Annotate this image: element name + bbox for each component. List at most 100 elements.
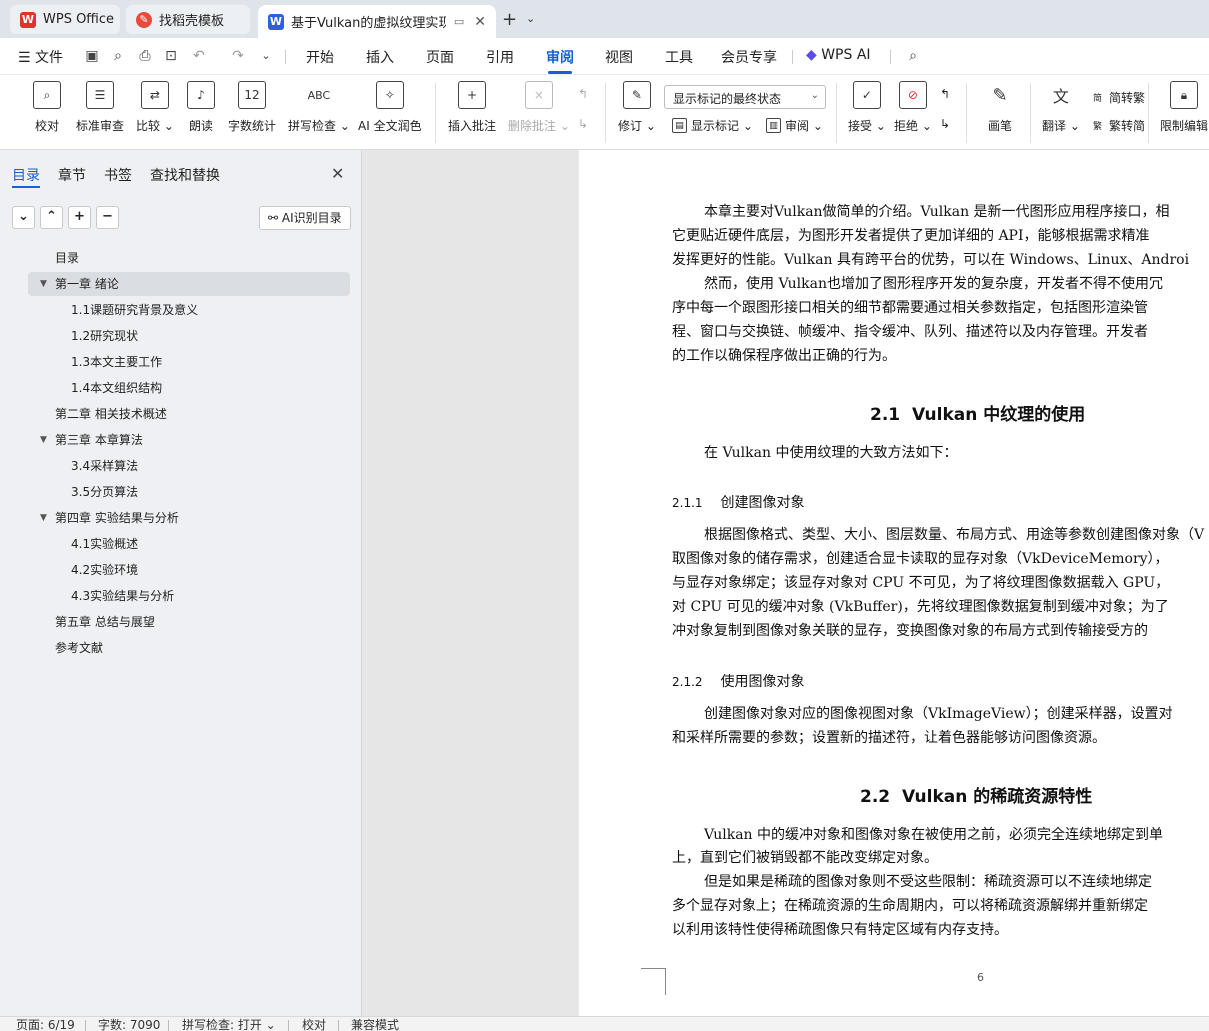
accept-button[interactable]: ✓ 接受 ⌄ [848, 81, 886, 134]
toc-item[interactable]: 第二章 相关技术概述 [28, 402, 350, 426]
button-label: 插入批注 [448, 119, 497, 133]
expand-triangle-icon[interactable]: ▼ [40, 272, 47, 296]
standard-review-button[interactable]: ☰ 标准审查 [76, 81, 124, 134]
to-traditional-button[interactable]: 简简转繁 [1090, 89, 1145, 106]
toc-item[interactable]: 1.1课题研究背景及意义 [28, 298, 350, 322]
close-tab-icon[interactable]: ✕ [474, 14, 486, 30]
menu-review[interactable]: 审阅 [546, 47, 574, 67]
button-label: 拒绝 ⌄ [894, 119, 932, 133]
menu-tools[interactable]: 工具 [665, 47, 693, 67]
word-count-indicator[interactable]: 字数: 7090 [98, 1019, 160, 1031]
previous-comment-icon[interactable]: ↰ [578, 87, 588, 101]
file-menu[interactable]: ☰ 文件 [18, 47, 63, 67]
expand-up-icon[interactable]: ⌃ [40, 206, 63, 229]
undo-icon[interactable]: ↶ [191, 48, 207, 64]
show-markup-button[interactable]: ▤ 显示标记 ⌄ [672, 117, 753, 134]
toc-item[interactable]: 参考文献 [28, 636, 350, 660]
print-preview-icon[interactable]: ⊡ [163, 48, 179, 64]
chevron-down-icon[interactable]: ⌄ [526, 12, 535, 25]
tab-document[interactable]: W 基于Vulkan的虚拟纹理实现 与 ▭ ✕ [258, 5, 496, 38]
nav-tab-chapters[interactable]: 章节 [58, 165, 86, 185]
new-tab-icon[interactable]: + [502, 9, 517, 30]
proofread-indicator[interactable]: 校对 [302, 1019, 326, 1031]
redo-icon[interactable]: ↷ [230, 48, 246, 64]
ai-polish-button[interactable]: ✧ AI 全文润色 [358, 81, 422, 134]
insert-comment-button[interactable]: + 插入批注 [448, 81, 496, 134]
nav-tab-toc[interactable]: 目录 [12, 165, 40, 185]
ink-button[interactable]: ✎ 画笔 [986, 81, 1014, 134]
spell-check-indicator[interactable]: 拼写检查: 打开 ⌄ [182, 1019, 276, 1031]
menu-start[interactable]: 开始 [306, 47, 334, 67]
search-icon[interactable]: ⌕ [905, 48, 921, 64]
wps-ai-icon: ◆ [806, 47, 822, 63]
collapse-all-icon[interactable]: ⌄ [12, 206, 35, 229]
proofread-button[interactable]: ⌕ 校对 [33, 81, 61, 134]
toc-item[interactable]: ▼ 第三章 本章算法 [28, 428, 350, 452]
toc-item[interactable]: 1.2研究现状 [28, 324, 350, 348]
restrict-editing-button[interactable]: 🔒︎ 限制编辑 [1160, 81, 1208, 134]
track-changes-button[interactable]: ✎ 修订 ⌄ [618, 81, 656, 134]
compare-button[interactable]: ⇄ 比较 ⌄ [136, 81, 174, 134]
section-heading-2-2: 2.2 Vulkan 的稀疏资源特性 [860, 782, 1092, 807]
page-indicator[interactable]: 页面: 6/19 [16, 1019, 75, 1031]
toc-item[interactable]: 4.2实验环境 [28, 558, 350, 582]
magic-wand-icon: ✧ [375, 81, 404, 109]
next-change-icon[interactable]: ↳ [940, 117, 950, 131]
toc-item[interactable]: 1.4本文组织结构 [28, 376, 350, 400]
wps-ai-button[interactable]: ◆ WPS AI [806, 47, 871, 63]
paragraph-line: 序中每一个跟图形接口相关的细节都需要通过相关参数指定，包括图形渲染管 [672, 300, 1148, 316]
reject-button[interactable]: ⊘ 拒绝 ⌄ [894, 81, 932, 134]
reject-label: 拒绝 [894, 119, 919, 133]
word-count-icon: 12 [238, 81, 266, 109]
menu-member[interactable]: 会员专享 [721, 47, 777, 67]
to-simplified-button[interactable]: 繁繁转简 [1090, 117, 1145, 134]
toc-item[interactable]: ▼ 第四章 实验结果与分析 [28, 506, 350, 530]
export-pdf-icon[interactable]: ⌕ [110, 48, 126, 64]
markup-mode-select[interactable]: 显示标记的最终状态 ⌄ [664, 85, 826, 109]
read-aloud-button[interactable]: ♪ 朗读 [187, 81, 215, 134]
close-icon[interactable]: ✕ [331, 164, 344, 183]
toc-item-label: 4.1实验概述 [71, 537, 139, 551]
translate-label: 翻译 [1042, 119, 1067, 133]
word-count-button[interactable]: 12 字数统计 [228, 81, 276, 134]
toc-item[interactable]: 3.4采样算法 [28, 454, 350, 478]
ai-toc-label: AI识别目录 [281, 211, 342, 225]
previous-change-icon[interactable]: ↰ [940, 87, 950, 101]
menu-insert[interactable]: 插入 [366, 47, 394, 67]
ai-toc-icon: ⚯ [268, 211, 282, 225]
toc-item[interactable]: 4.1实验概述 [28, 532, 350, 556]
menu-page[interactable]: 页面 [426, 47, 454, 67]
add-heading-icon[interactable]: + [68, 206, 91, 229]
paragraph-line: 上，直到它们被销毁都不能改变绑定对象。 [672, 850, 938, 866]
ai-toc-button[interactable]: ⚯ AI识别目录 [259, 206, 351, 230]
nav-tab-bookmarks[interactable]: 书签 [104, 165, 132, 185]
track-changes-label: 修订 [618, 119, 643, 133]
toc-item[interactable]: 1.3本文主要工作 [28, 350, 350, 374]
next-comment-icon[interactable]: ↳ [578, 117, 588, 131]
paragraph-line: 的工作以确保程序做出正确的行为。 [672, 348, 896, 364]
review-pane-button[interactable]: ▥ 审阅 ⌄ [766, 117, 823, 134]
expand-triangle-icon[interactable]: ▼ [40, 506, 47, 530]
toc-item[interactable]: 4.3实验结果与分析 [28, 584, 350, 608]
paragraph-line: 冲对象复制到图像对象关联的显存，变换图像对象的布局方式到传输接受方的 [672, 623, 1148, 639]
more-chevron-icon[interactable]: ⌄ [258, 48, 274, 64]
menu-view[interactable]: 视图 [605, 47, 633, 67]
toc-item[interactable]: 目录 [28, 246, 350, 270]
toc-item[interactable]: ▼ 第一章 绪论 [28, 272, 350, 296]
tab-wps-office[interactable]: W WPS Office [10, 5, 120, 34]
toc-item[interactable]: 3.5分页算法 [28, 480, 350, 504]
translate-button[interactable]: 文翻译 ⌄ [1042, 81, 1080, 134]
nav-tab-find-replace[interactable]: 查找和替换 [150, 165, 220, 185]
screen-icon[interactable]: ▭ [454, 15, 464, 28]
spell-check-button[interactable]: ABC 拼写检查 ⌄ [288, 81, 350, 134]
save-icon[interactable]: ▣ [84, 48, 100, 64]
remove-heading-icon[interactable]: − [96, 206, 119, 229]
delete-comment-button[interactable]: × 删除批注 ⌄ [508, 81, 570, 134]
tab-docer[interactable]: ✎ 找稻壳模板 [126, 5, 250, 34]
document-page[interactable]: 本章主要对Vulkan做简单的介绍。Vulkan 是新一代图形应用程序接口，相 … [579, 150, 1209, 1016]
menu-references[interactable]: 引用 [486, 47, 514, 67]
expand-triangle-icon[interactable]: ▼ [40, 428, 47, 452]
toc-item[interactable]: 第五章 总结与展望 [28, 610, 350, 634]
translate-icon: 文 [1052, 87, 1069, 106]
print-icon[interactable]: ⎙ [137, 48, 153, 64]
